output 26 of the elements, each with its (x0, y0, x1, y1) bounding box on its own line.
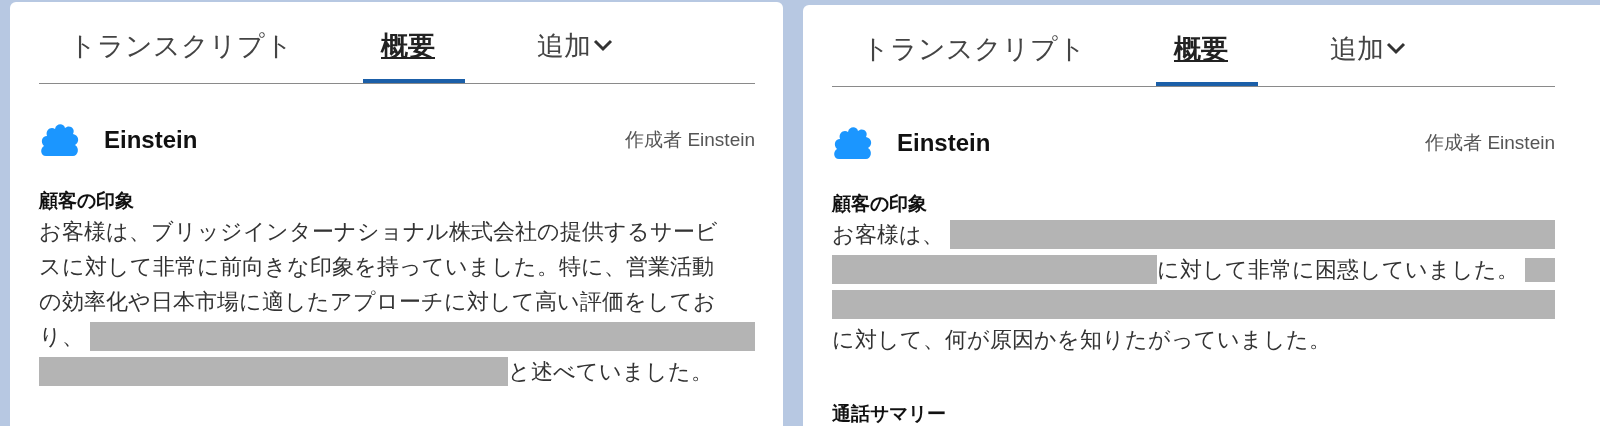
author-name: Einstein (104, 126, 198, 154)
chevron-down-icon (593, 38, 613, 52)
avatar-icon (833, 125, 873, 161)
summary-text: お客様は、ブリッジインターナショナル株式会社の提供するサービ (39, 217, 719, 246)
summary-text: と述べていました。 (508, 357, 714, 386)
tab[interactable]: 追加 (1330, 5, 1406, 86)
summary-text: に対して非常に困惑していました。 (1157, 255, 1520, 284)
tab[interactable]: トランスクリプト (862, 5, 1086, 86)
tab[interactable]: 概要 (363, 2, 465, 83)
tab[interactable]: トランスクリプト (69, 2, 293, 83)
section-heading: 通話サマリー (832, 402, 947, 426)
avatar-icon (40, 122, 80, 158)
summary-text: の効率化や日本市場に適したアプローチに対して高い評価をしてお (39, 287, 717, 316)
author-name: Einstein (897, 129, 991, 157)
created-by-label: 作成者 Einstein (625, 128, 755, 152)
section-heading: 顧客の印象 (39, 189, 135, 213)
tab[interactable]: 概要 (1156, 5, 1258, 86)
redaction-bar (1525, 257, 1555, 282)
section-heading: 顧客の印象 (832, 192, 928, 216)
summary-text: スに対して非常に前向きな印象を持っていました。特に、営業活動 (39, 252, 715, 281)
created-by-label: 作成者 Einstein (1425, 131, 1555, 155)
summary-text: お客様は、 (832, 220, 945, 249)
summary-text: り、 (39, 322, 85, 351)
chevron-down-icon (1386, 41, 1406, 55)
tab[interactable]: 追加 (537, 2, 613, 83)
summary-text: に対して、何が原因かを知りたがっていました。 (832, 325, 1332, 354)
